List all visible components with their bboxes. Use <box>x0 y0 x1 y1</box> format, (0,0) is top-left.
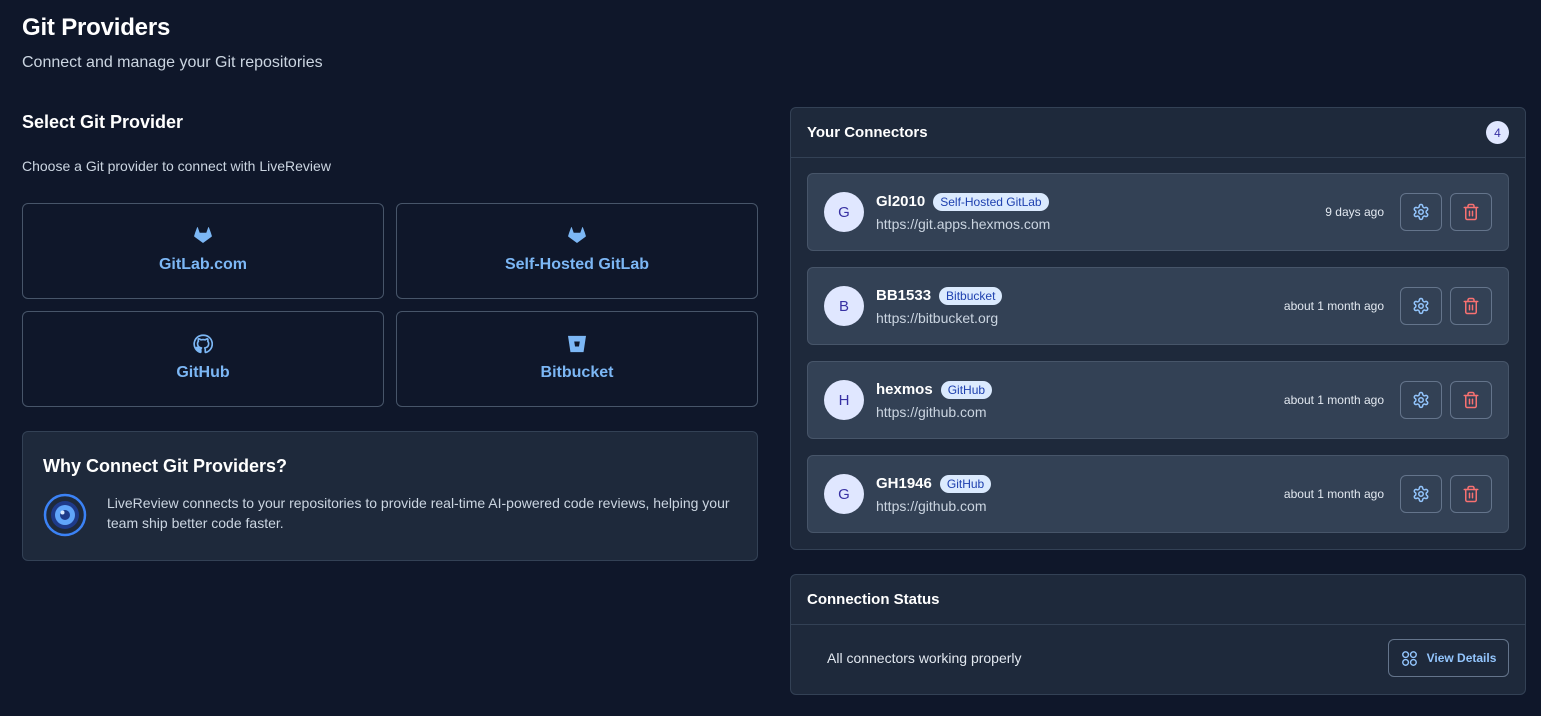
connectors-count-badge: 4 <box>1486 121 1509 144</box>
connector-type-badge: Self-Hosted GitLab <box>933 192 1049 211</box>
provider-card-gitlab-com[interactable]: GitLab.com <box>22 203 384 299</box>
connector-name: hexmos <box>876 381 933 398</box>
status-title: Connection Status <box>807 591 940 608</box>
view-details-label: View Details <box>1426 651 1497 665</box>
trash-icon <box>1463 391 1479 409</box>
eye-icon <box>43 493 87 537</box>
page-subtitle: Connect and manage your Git repositories <box>22 54 323 71</box>
gear-icon <box>1413 203 1429 221</box>
connector-url: https://bitbucket.org <box>876 309 999 326</box>
avatar: G <box>824 474 864 514</box>
avatar: B <box>824 286 864 326</box>
why-title: Why Connect Git Providers? <box>43 456 288 476</box>
settings-button[interactable] <box>1400 381 1442 419</box>
provider-card-github[interactable]: GitHub <box>22 311 384 407</box>
section-description: Choose a Git provider to connect with Li… <box>22 158 331 174</box>
status-text: All connectors working properly <box>827 650 1022 666</box>
trash-icon <box>1463 297 1479 315</box>
connector-card[interactable]: G GH1946 GitHub https://github.com about… <box>807 455 1509 533</box>
gear-icon <box>1413 297 1429 315</box>
grid-icon <box>1401 650 1417 666</box>
why-body: LiveReview connects to your repositories… <box>43 493 737 537</box>
connector-time: about 1 month ago <box>1283 299 1384 313</box>
connector-url: https://github.com <box>876 497 987 514</box>
why-card: Why Connect Git Providers? LiveReview co… <box>22 431 758 561</box>
provider-label: GitHub <box>176 363 230 381</box>
why-text: LiveReview connects to your repositories… <box>107 495 730 531</box>
delete-button[interactable] <box>1450 381 1492 419</box>
connector-name: Gl2010 <box>876 193 926 210</box>
connector-time: about 1 month ago <box>1283 393 1384 407</box>
connector-type-badge: GitHub <box>939 474 992 493</box>
connector-info: hexmos GitHub https://github.com <box>876 380 1284 420</box>
connector-card[interactable]: G Gl2010 Self-Hosted GitLab https://git.… <box>807 173 1509 251</box>
section-title: Select Git Provider <box>22 112 184 132</box>
view-details-button[interactable]: View Details <box>1388 639 1509 677</box>
connector-info: BB1533 Bitbucket https://bitbucket.org <box>876 286 1284 326</box>
settings-button[interactable] <box>1400 475 1442 513</box>
trash-icon <box>1463 485 1479 503</box>
connector-info: GH1946 GitHub https://github.com <box>876 474 1284 514</box>
status-header: Connection Status <box>791 575 1525 625</box>
delete-button[interactable] <box>1450 287 1492 325</box>
gitlab-icon <box>192 225 214 247</box>
connector-time: about 1 month ago <box>1283 487 1384 501</box>
avatar: G <box>824 192 864 232</box>
connectors-title: Your Connectors <box>807 124 928 141</box>
connector-list: G Gl2010 Self-Hosted GitLab https://git.… <box>791 158 1525 533</box>
provider-grid: GitLab.com Self-Hosted GitLab GitHub Bit… <box>22 203 758 407</box>
trash-icon <box>1463 203 1479 221</box>
connector-url: https://git.apps.hexmos.com <box>876 215 1051 232</box>
connector-url: https://github.com <box>876 403 987 420</box>
page-title: Git Providers <box>22 14 171 41</box>
status-body: All connectors working properly View Det… <box>791 625 1525 677</box>
connector-type-badge: Bitbucket <box>939 286 1003 305</box>
gear-icon <box>1413 485 1429 503</box>
delete-button[interactable] <box>1450 475 1492 513</box>
connector-info: Gl2010 Self-Hosted GitLab https://git.ap… <box>876 192 1325 232</box>
avatar: H <box>824 380 864 420</box>
connectors-panel: Your Connectors 4 G Gl2010 Self-Hosted G… <box>790 107 1526 550</box>
provider-card-self-hosted-gitlab[interactable]: Self-Hosted GitLab <box>396 203 758 299</box>
provider-label: Bitbucket <box>540 363 614 381</box>
provider-section: Select Git Provider Choose a Git provide… <box>22 108 758 561</box>
github-icon <box>192 333 214 355</box>
settings-button[interactable] <box>1400 287 1442 325</box>
provider-label: GitLab.com <box>158 255 247 273</box>
provider-card-bitbucket[interactable]: Bitbucket <box>396 311 758 407</box>
connector-time: 9 days ago <box>1325 205 1384 219</box>
connector-name: BB1533 <box>876 287 932 304</box>
gear-icon <box>1413 391 1429 409</box>
connector-card[interactable]: B BB1533 Bitbucket https://bitbucket.org… <box>807 267 1509 345</box>
settings-button[interactable] <box>1400 193 1442 231</box>
bitbucket-icon <box>566 333 588 355</box>
connector-type-badge: GitHub <box>940 380 993 399</box>
gitlab-icon <box>566 225 588 247</box>
connector-name: GH1946 <box>876 475 932 492</box>
delete-button[interactable] <box>1450 193 1492 231</box>
connection-status-panel: Connection Status All connectors working… <box>790 574 1526 695</box>
connectors-header: Your Connectors 4 <box>791 108 1525 158</box>
provider-label: Self-Hosted GitLab <box>504 255 649 273</box>
connector-card[interactable]: H hexmos GitHub https://github.com about… <box>807 361 1509 439</box>
